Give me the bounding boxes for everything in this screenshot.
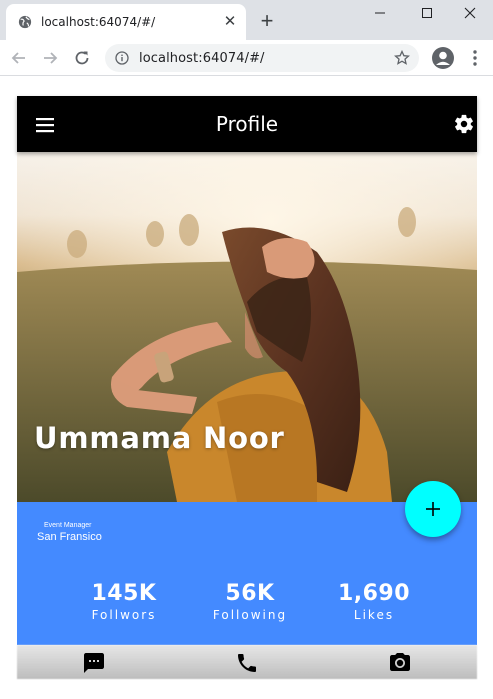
stat-likes: 1,690 Likes	[319, 581, 429, 623]
profile-name: Ummama Noor	[34, 421, 285, 455]
maximize-icon	[422, 8, 432, 18]
address-bar[interactable]: localhost:64074/#/	[105, 44, 419, 72]
stat-value: 56K	[225, 581, 275, 606]
stat-value: 145K	[91, 581, 157, 606]
browser-tab[interactable]: localhost:64074/#/ ✕	[6, 4, 246, 40]
location: San Fransico	[37, 531, 102, 543]
back-arrow-icon[interactable]	[9, 48, 29, 68]
globe-icon	[18, 15, 32, 29]
stat-label: Likes	[353, 608, 395, 622]
browser-tabstrip: localhost:64074/#/ ✕ +	[0, 0, 493, 40]
maximize-button[interactable]	[404, 0, 450, 26]
minimize-button[interactable]	[357, 0, 403, 26]
bookmark-star-icon[interactable]	[394, 50, 410, 66]
browser-toolbar: localhost:64074/#/	[0, 40, 493, 76]
minimize-icon	[375, 12, 385, 14]
plus-icon	[426, 502, 440, 516]
more-vert-icon[interactable]	[468, 48, 482, 68]
settings-icon[interactable]	[453, 113, 475, 135]
stat-label: Following	[212, 608, 288, 622]
app-bar: Profile	[17, 96, 477, 152]
info-icon[interactable]	[115, 51, 129, 65]
tab-close-icon[interactable]: ✕	[222, 14, 238, 30]
forward-arrow-icon[interactable]	[40, 48, 60, 68]
stat-value: 1,690	[337, 581, 411, 606]
stat-label: Follwors	[91, 608, 157, 622]
camera-icon[interactable]	[388, 651, 412, 675]
new-tab-button[interactable]: +	[256, 10, 278, 32]
profile-cover-photo: Ummama Noor	[17, 152, 477, 502]
reload-icon[interactable]	[72, 48, 92, 68]
profile-app: Profile Ummama Noor Event Manager San Fr…	[17, 96, 477, 699]
close-icon	[464, 7, 476, 19]
job-title: Event Manager	[44, 522, 92, 529]
page-title: Profile	[215, 112, 279, 136]
message-icon[interactable]	[82, 651, 106, 675]
url-text[interactable]: localhost:64074/#/	[139, 51, 265, 66]
tab-title: localhost:64074/#/	[41, 15, 156, 29]
close-window-button[interactable]	[447, 0, 493, 26]
phone-icon[interactable]	[235, 651, 259, 675]
bottom-navigation	[17, 645, 477, 699]
stat-followers: 145K Follwors	[69, 581, 179, 623]
profile-info-panel: Event Manager San Fransico 145K Follwors…	[17, 502, 477, 645]
add-fab-button[interactable]	[405, 481, 461, 537]
account-avatar-icon[interactable]	[431, 46, 455, 70]
stat-following: 56K Following	[195, 581, 305, 623]
